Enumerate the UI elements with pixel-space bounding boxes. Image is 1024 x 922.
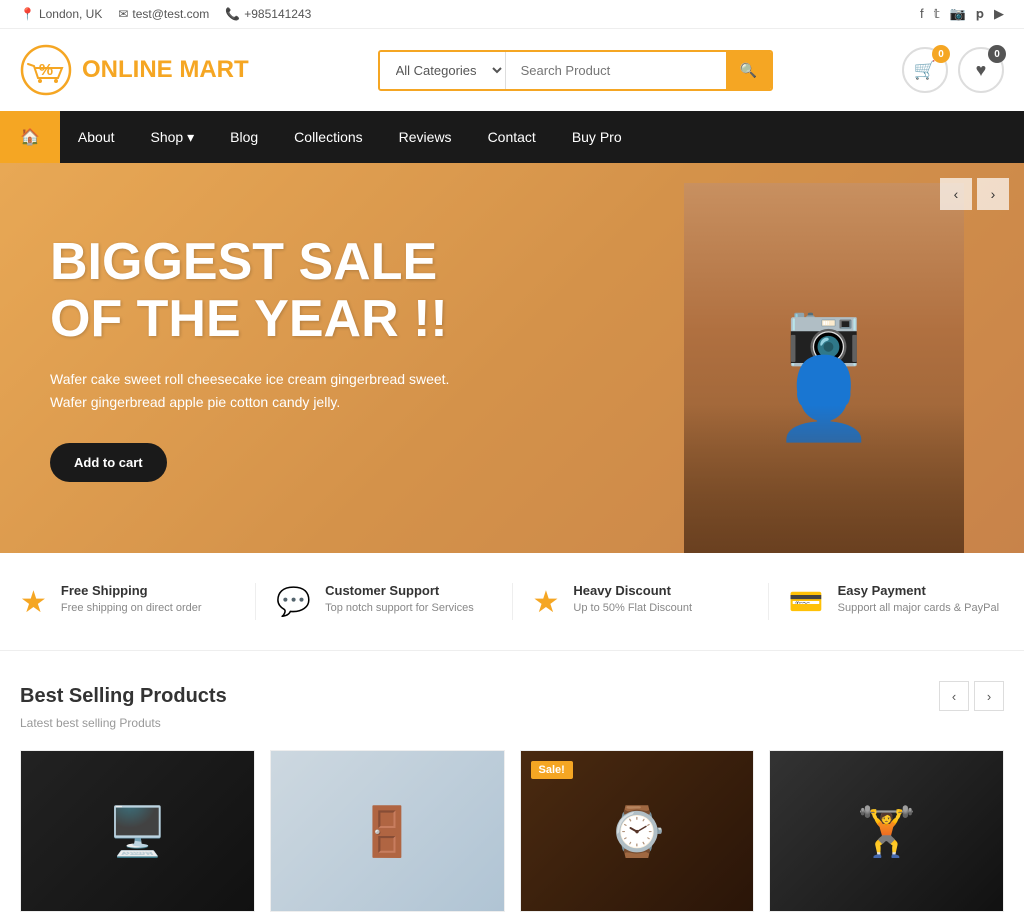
products-section: Best Selling Products ‹ › Latest best se… <box>0 651 1024 922</box>
hero-content: BIGGEST SALE OF THE YEAR !! Wafer cake s… <box>0 194 1024 522</box>
product-card-2[interactable] <box>270 750 505 912</box>
pos-terminal-image <box>21 751 254 911</box>
product-image-1 <box>21 751 254 911</box>
facebook-link[interactable]: f <box>920 6 924 22</box>
search-input[interactable] <box>506 53 726 88</box>
nav-contact[interactable]: Contact <box>470 113 554 161</box>
feature-discount-text: Heavy Discount Up to 50% Flat Discount <box>573 583 692 614</box>
product-image-4 <box>770 751 1003 911</box>
sale-badge: Sale! <box>531 761 573 779</box>
feature-divider-3 <box>768 583 769 620</box>
svg-text:%: % <box>39 62 53 79</box>
nav-blog[interactable]: Blog <box>212 113 276 161</box>
nav-about[interactable]: About <box>60 113 133 161</box>
email-icon: ✉ <box>118 7 128 21</box>
cart-badge: 0 <box>932 45 950 63</box>
nav-home[interactable]: 🏠 <box>0 111 60 163</box>
product-card-4[interactable] <box>769 750 1004 912</box>
search-bar: All Categories Electronics Clothing Spor… <box>378 50 773 91</box>
feature-heavy-discount: ★ Heavy Discount Up to 50% Flat Discount <box>533 583 748 620</box>
topbar-social: f 𝕥 📷 𝐩 ▶ <box>920 6 1004 22</box>
wishlist-badge: 0 <box>988 45 1006 63</box>
topbar-email: ✉ test@test.com <box>118 7 209 21</box>
nav-collections[interactable]: Collections <box>276 113 380 161</box>
hero-cta-button[interactable]: Add to cart <box>50 443 167 482</box>
nav-reviews[interactable]: Reviews <box>381 113 470 161</box>
navbar: 🏠 About Shop ▾ Blog Collections Reviews … <box>0 111 1024 163</box>
feature-shipping-text: Free Shipping Free shipping on direct or… <box>61 583 202 614</box>
hero-title: BIGGEST SALE OF THE YEAR !! <box>50 234 974 348</box>
search-button[interactable]: 🔍 <box>726 52 771 89</box>
phone-icon: 📞 <box>225 7 240 21</box>
hero-subtitle: Wafer cake sweet roll cheesecake ice cre… <box>50 368 470 413</box>
feature-easy-payment: 💳 Easy Payment Support all major cards &… <box>789 583 1004 620</box>
topbar-contact-info: 📍 London, UK ✉ test@test.com 📞 +98514124… <box>20 7 311 21</box>
product-card-3[interactable]: Sale! <box>520 750 755 912</box>
products-grid: Sale! <box>20 750 1004 912</box>
header-icons: 🛒 0 ♥ 0 <box>902 47 1004 93</box>
header: % ONLINE MART All Categories Electronics… <box>0 29 1024 111</box>
feature-free-shipping: ★ Free Shipping Free shipping on direct … <box>20 583 235 620</box>
weights-image <box>770 751 1003 911</box>
logo[interactable]: % ONLINE MART <box>20 44 249 96</box>
logo-cart-icon: % <box>20 44 72 96</box>
products-next-button[interactable]: › <box>974 681 1004 711</box>
feature-divider-2 <box>512 583 513 620</box>
topbar: 📍 London, UK ✉ test@test.com 📞 +98514124… <box>0 0 1024 29</box>
feature-payment-text: Easy Payment Support all major cards & P… <box>838 583 999 614</box>
youtube-link[interactable]: ▶ <box>994 6 1004 22</box>
support-icon: 💬 <box>276 585 311 618</box>
payment-icon: 💳 <box>789 585 824 618</box>
products-navigation: ‹ › <box>939 681 1004 711</box>
category-select[interactable]: All Categories Electronics Clothing Spor… <box>380 52 506 89</box>
products-header: Best Selling Products ‹ › <box>20 681 1004 711</box>
cart-button[interactable]: 🛒 0 <box>902 47 948 93</box>
location-icon: 📍 <box>20 7 35 21</box>
features-section: ★ Free Shipping Free shipping on direct … <box>0 553 1024 651</box>
logo-text: ONLINE MART <box>82 56 249 84</box>
instagram-link[interactable]: 📷 <box>950 6 966 22</box>
products-prev-button[interactable]: ‹ <box>939 681 969 711</box>
feature-divider-1 <box>255 583 256 620</box>
topbar-location: 📍 London, UK <box>20 7 102 21</box>
feature-customer-support: 💬 Customer Support Top notch support for… <box>276 583 491 620</box>
product-image-3: Sale! <box>521 751 754 911</box>
nav-shop[interactable]: Shop ▾ <box>133 113 213 162</box>
twitter-link[interactable]: 𝕥 <box>934 6 940 22</box>
wishlist-button[interactable]: ♥ 0 <box>958 47 1004 93</box>
product-image-2 <box>271 751 504 911</box>
discount-icon: ★ <box>533 585 560 620</box>
door-image <box>271 751 504 911</box>
products-subtitle: Latest best selling Produts <box>20 716 1004 730</box>
product-card-1[interactable] <box>20 750 255 912</box>
topbar-phone: 📞 +985141243 <box>225 7 311 21</box>
nav-buy-pro[interactable]: Buy Pro <box>554 113 640 161</box>
hero-banner: BIGGEST SALE OF THE YEAR !! Wafer cake s… <box>0 163 1024 553</box>
pinterest-link[interactable]: 𝐩 <box>976 6 984 22</box>
feature-support-text: Customer Support Top notch support for S… <box>325 583 474 614</box>
products-title: Best Selling Products <box>20 685 227 708</box>
shipping-icon: ★ <box>20 585 47 620</box>
